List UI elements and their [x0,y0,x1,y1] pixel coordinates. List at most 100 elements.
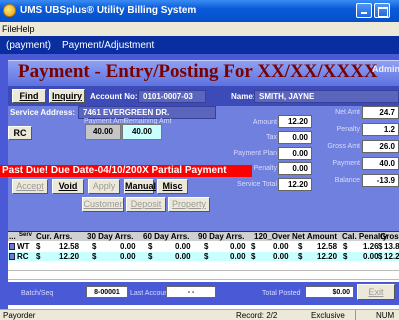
payment-plan-field[interactable]: 0.00 [278,147,312,160]
grid-header-gross[interactable]: Gross [380,232,399,241]
status-record: Record: 2/2 [236,311,278,320]
total-posted-field[interactable]: $0.00 [305,286,354,298]
service-total-field[interactable]: 12.20 [278,178,312,191]
table-row[interactable]: RC $ 12.20 $ 0.00 $ 0.00 $ 0.00 $ 0.00 $… [8,252,399,261]
property-button-label: Property [171,199,206,209]
deposit-button[interactable]: Deposit [126,197,166,212]
menu-help[interactable]: Help [16,24,35,34]
name-field[interactable]: SMITH, JAYNE [254,90,399,103]
grid-header: ... Serv Cur. Arrs. 30 Day Arrs. 60 Day … [8,232,399,241]
gross-amt-field[interactable]: 26.0 [362,140,399,153]
grid-header-serv[interactable]: Serv [19,232,32,238]
last-account-field[interactable]: - - [166,286,216,298]
cell-120: 0.00 [273,242,289,251]
user-label: Admin [372,64,399,74]
account-no-field[interactable]: 0101-0007-03 [138,90,206,103]
window-title-bar[interactable]: UMS UBSplus® Utility Billing System [0,0,399,22]
payment-right-field[interactable]: 40.0 [362,157,399,170]
penalty-field[interactable]: 0.00 [278,162,312,175]
minimize-button[interactable] [356,3,372,18]
cell-30-currency: $ [92,252,97,261]
penalty-right-field[interactable]: 1.2 [362,123,399,136]
apply-button-label: Apply [92,181,116,191]
cell-60: 0.00 [175,242,191,251]
maximize-button[interactable] [374,3,390,18]
cell-net: 12.58 [317,242,338,251]
nav-payment[interactable]: (payment) [6,40,51,51]
accept-button[interactable]: Accept [12,179,48,194]
tax-field[interactable]: 0.00 [278,131,312,144]
cell-gross: 12.20 [384,252,399,261]
find-button-label: Find [19,91,39,101]
status-num: NUM [376,311,395,320]
grid-header-30[interactable]: 30 Day Arrs. [87,232,133,241]
grid-header-selector: ... [9,232,16,241]
payment-right-label: Payment [332,160,360,167]
grid-header-120[interactable]: 120_Over [254,232,290,241]
cell-90: 0.00 [230,252,246,261]
grid-header-90[interactable]: 90 Day Arrs. [198,232,244,241]
grid-header-net[interactable]: Net Amount [292,232,337,241]
cell-90-currency: $ [204,242,209,251]
void-button-label: Void [58,181,78,191]
cell-pen-currency: $ [343,242,348,251]
nav-section[interactable]: Payment/Adjustment [62,40,154,51]
cell-cur-currency: $ [36,242,41,251]
tax-label: Tax [266,134,277,141]
apply-button[interactable]: Apply [88,179,120,194]
cell-gross-currency: $ [378,252,383,261]
status-divider [355,310,356,320]
balance-field[interactable]: -13.9 [362,174,399,187]
inquiry-button-label: Inquiry [51,91,82,101]
row-selector-icon[interactable] [9,253,15,260]
manual-button-label: Manual [125,181,157,191]
empty-row [8,271,399,280]
cell-30-currency: $ [92,242,97,251]
account-no-label: Account No: [90,92,138,101]
cell-pen: 1.26 [363,242,379,251]
void-button[interactable]: Void [52,179,84,194]
cell-gross-currency: $ [378,242,383,251]
name-label: Name: [231,92,256,101]
find-button[interactable]: Find [12,89,46,103]
deposit-button-label: Deposit [130,199,162,209]
customer-button[interactable]: Customer [82,197,124,212]
remaining-amt-field[interactable]: 40.00 [122,124,162,140]
cell-60-currency: $ [148,252,153,261]
amount-field[interactable]: 12.20 [278,115,312,128]
cell-120: 0.00 [273,252,289,261]
page-title: Payment - Entry/Posting For XX/XX/XXXX [18,61,378,82]
penalty-label: Penalty [253,165,277,172]
row-selector-icon[interactable] [9,243,15,250]
net-amt-field[interactable]: 24.7 [362,106,399,119]
property-button[interactable]: Property [168,197,210,212]
amount-label: Amount [252,119,277,126]
payment-amt-field[interactable]: 40.00 [85,124,121,140]
past-due-alert: Past Due! Due Date-04/10/200X Partial Pa… [0,165,252,177]
cell-cur: 12.20 [59,252,80,261]
exit-button[interactable]: Exit [357,284,395,300]
cell-60-currency: $ [148,242,153,251]
misc-button-label: Misc [162,181,183,191]
cell-net-currency: $ [298,242,303,251]
grid-header-cur[interactable]: Cur. Arrs. [36,232,72,241]
batch-seq-field[interactable]: 8-00001 [86,286,128,298]
cell-30: 0.00 [120,242,136,251]
exit-button-label: Exit [368,287,384,297]
manual-button[interactable]: Manual [124,179,157,194]
cell-90: 0.00 [230,242,246,251]
grid-header-60[interactable]: 60 Day Arrs. [143,232,189,241]
empty-row [8,262,399,271]
menu-file[interactable]: File [2,24,17,34]
nav-band: (payment) Payment/Adjustment [0,36,399,54]
table-row[interactable]: WT $ 12.58 $ 0.00 $ 0.00 $ 0.00 $ 0.00 $… [8,242,399,251]
cell-30: 0.00 [120,252,136,261]
misc-button[interactable]: Misc [157,179,188,194]
rc-button[interactable]: RC [8,126,32,140]
net-amt-label: Net Amt [335,109,360,116]
cell-pen: 0.00 [363,252,379,261]
cell-cur: 12.58 [59,242,80,251]
status-form: Payorder [3,311,36,320]
inquiry-button[interactable]: Inquiry [49,89,85,103]
total-posted-label: Total Posted [262,290,301,297]
